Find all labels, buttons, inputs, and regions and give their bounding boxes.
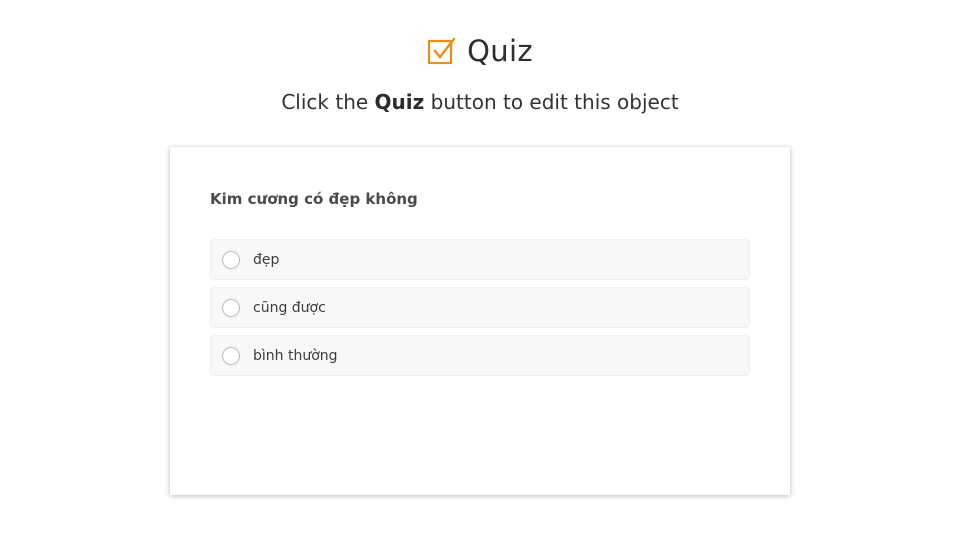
answer-label: cũng được bbox=[253, 299, 326, 316]
radio-button[interactable] bbox=[222, 250, 240, 269]
answer-option[interactable]: bình thường bbox=[210, 335, 750, 376]
edit-instruction: Click the Quiz button to edit this objec… bbox=[0, 90, 960, 114]
answer-label: bình thường bbox=[253, 347, 338, 364]
answer-options: đẹp cũng được bình thường bbox=[210, 239, 750, 383]
quiz-header: Quiz bbox=[0, 34, 960, 68]
instruction-prefix: Click the bbox=[281, 90, 369, 114]
radio-button[interactable] bbox=[222, 346, 240, 365]
quiz-card: Kim cương có đẹp không đẹp cũng được bìn… bbox=[170, 147, 790, 495]
question-text: Kim cương có đẹp không bbox=[210, 190, 418, 208]
answer-label: đẹp bbox=[253, 251, 280, 268]
quiz-title: Quiz bbox=[467, 34, 533, 68]
answer-option[interactable]: đẹp bbox=[210, 239, 750, 280]
radio-button[interactable] bbox=[222, 298, 240, 317]
checkbox-checked-icon bbox=[427, 36, 457, 66]
answer-option[interactable]: cũng được bbox=[210, 287, 750, 328]
instruction-suffix: button to edit this object bbox=[430, 90, 679, 114]
instruction-emphasis: Quiz bbox=[374, 90, 425, 114]
